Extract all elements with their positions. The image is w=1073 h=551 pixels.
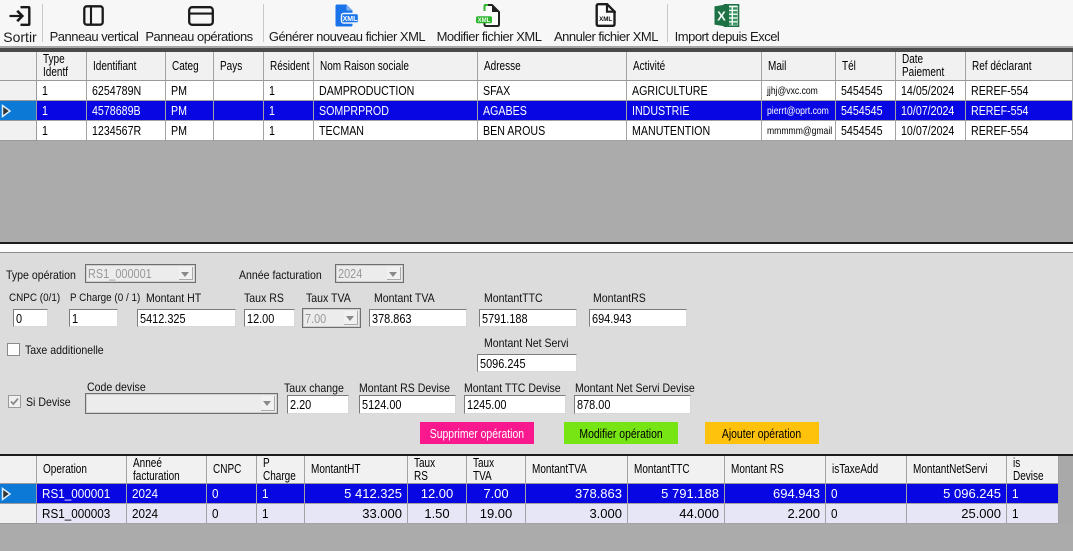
- svg-text:X: X: [717, 8, 726, 23]
- svg-text:XML: XML: [599, 16, 612, 23]
- svg-text:XML: XML: [478, 18, 491, 24]
- svg-text:XML: XML: [343, 16, 359, 23]
